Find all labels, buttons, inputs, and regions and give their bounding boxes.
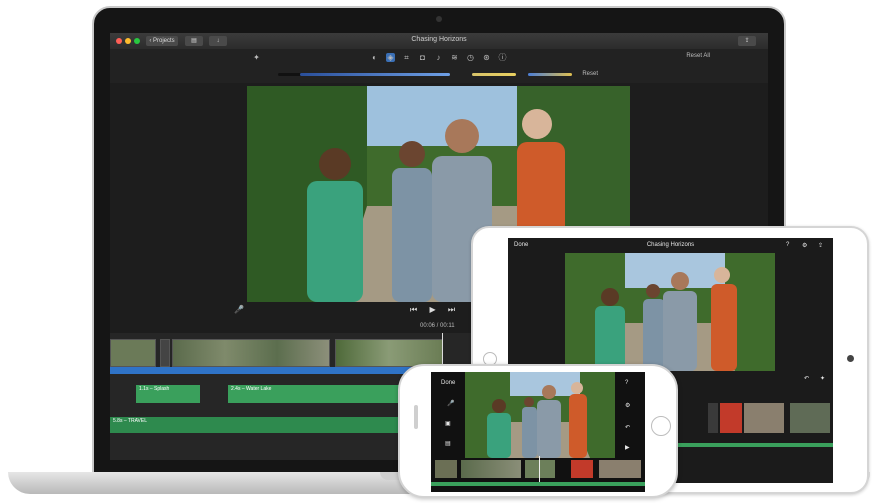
music-track-label: 5.8s – TRAVEL [113, 418, 147, 424]
audio-clip-splash[interactable]: 1.1s – Splash [136, 385, 200, 403]
timeline-clip[interactable] [525, 460, 555, 478]
media-icon[interactable]: ▤ [445, 440, 451, 447]
timeline-clip[interactable] [461, 460, 521, 478]
noise-reduction-icon[interactable]: ≋ [450, 53, 459, 62]
audio-clip-water-lake[interactable]: 2.4s – Water Lake [228, 385, 408, 403]
imovie-iphone-window: Done 🎤 ▣ ▤ ? ⚙ ↶ ▶ [431, 372, 645, 492]
timeline-clip[interactable] [172, 339, 330, 367]
title-bar: ‹ Projects ▤ ↓ Chasing Horizons ⇪ [110, 33, 768, 49]
temperature-slider[interactable] [528, 73, 572, 76]
help-icon[interactable]: ? [786, 242, 789, 248]
timeline-clip[interactable] [335, 339, 443, 367]
voiceover-mic-icon[interactable]: 🎤 [234, 305, 244, 314]
timeline-clip[interactable] [435, 460, 457, 478]
skip-forward-icon[interactable]: ⏭ [448, 305, 455, 314]
iphone-speaker [414, 405, 418, 429]
skip-back-icon[interactable]: ⏮ [410, 305, 417, 314]
audio-track[interactable] [431, 482, 645, 486]
volume-icon[interactable]: ♪ [434, 53, 443, 62]
timeline-clip[interactable] [571, 460, 593, 478]
play-icon[interactable]: ▶ [625, 444, 630, 451]
color-correction-icon[interactable]: ◈ [386, 53, 395, 62]
camera-icon[interactable]: ▣ [445, 420, 451, 427]
music-track-travel[interactable]: 5.8s – TRAVEL [110, 417, 410, 433]
ipad-viewer-image [565, 253, 775, 371]
share-icon[interactable]: ⇪ [818, 242, 823, 249]
laptop-camera [436, 16, 442, 22]
adjustment-toolbar: ✦ ◐ ◈ ⌗ ◘ ♪ ≋ ◷ ⊛ ⓘ Reset All Reset [110, 49, 768, 83]
transition-icon[interactable] [708, 403, 718, 433]
play-icon[interactable]: ▶ [429, 305, 435, 314]
iphone-done-button[interactable]: Done [441, 380, 455, 386]
speed-icon[interactable]: ◷ [466, 53, 475, 62]
timeline-clip[interactable] [720, 403, 742, 433]
ipad-title: Chasing Horizons [646, 242, 695, 248]
undo-icon[interactable]: ↶ [804, 375, 809, 382]
timeline-clip[interactable] [744, 403, 784, 433]
filter-icon[interactable]: ⊛ [482, 53, 491, 62]
exposure-slider[interactable] [300, 73, 450, 76]
undo-icon[interactable]: ↶ [625, 424, 630, 431]
window-title: Chasing Horizons [411, 36, 467, 43]
playback-controls: ⏮ ▶ ⏭ [410, 305, 455, 315]
share-button[interactable]: ⇪ [738, 36, 756, 46]
iphone-viewer-image [465, 372, 615, 458]
iphone-home-button[interactable] [651, 416, 671, 436]
transition-icon[interactable] [160, 339, 170, 367]
magic-wand-icon[interactable]: ✦ [252, 53, 261, 62]
stabilization-icon[interactable]: ◘ [418, 53, 427, 62]
settings-icon[interactable]: ⚙ [625, 402, 630, 409]
help-icon[interactable]: ? [625, 380, 628, 386]
add-icon[interactable]: ✦ [820, 375, 825, 382]
reset-all-button[interactable]: Reset All [686, 53, 710, 59]
info-icon[interactable]: ⓘ [498, 53, 507, 62]
ipad-front-sensor [847, 355, 854, 362]
saturation-slider[interactable] [472, 73, 516, 76]
timeline-clip[interactable] [110, 339, 156, 367]
timecode: 00:06 / 00:11 [420, 323, 455, 329]
reset-button[interactable]: Reset [582, 71, 598, 77]
crop-icon[interactable]: ⌗ [402, 53, 411, 62]
audio-clip-label: 2.4s – Water Lake [231, 386, 272, 392]
mic-icon[interactable]: 🎤 [447, 400, 454, 407]
color-balance-icon[interactable]: ◐ [370, 53, 379, 62]
settings-icon[interactable]: ⚙ [802, 242, 807, 249]
timeline-clip[interactable] [790, 403, 830, 433]
audio-track[interactable] [678, 443, 833, 447]
clip-audio-waveform [110, 367, 440, 374]
timeline-clip[interactable] [599, 460, 641, 478]
audio-clip-label: 1.1s – Splash [139, 386, 170, 392]
